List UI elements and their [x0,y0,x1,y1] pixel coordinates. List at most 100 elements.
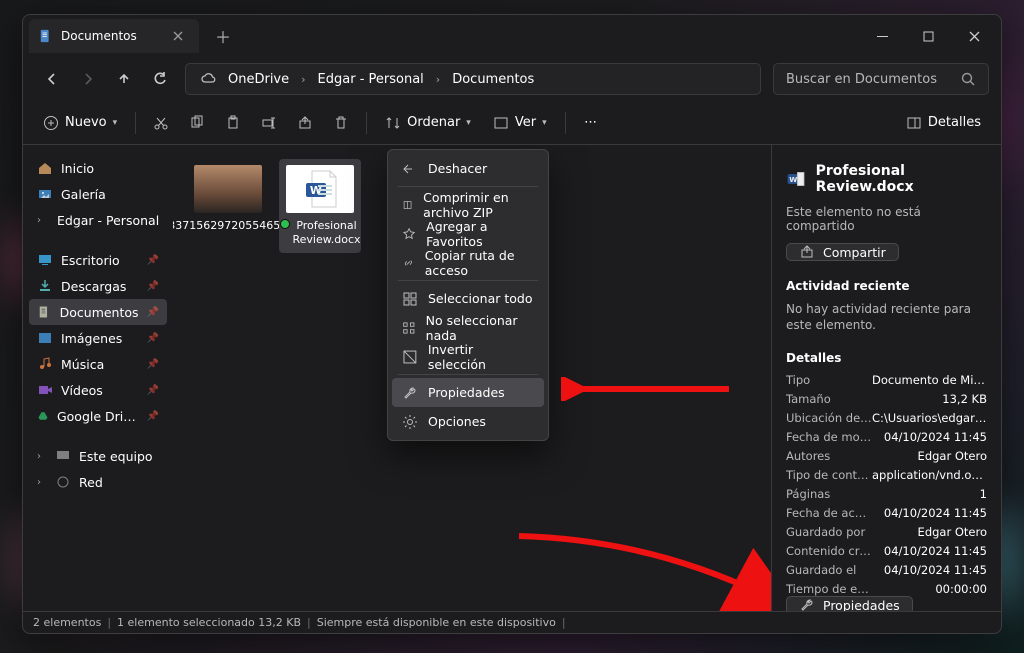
wrench-icon [799,597,815,611]
breadcrumb[interactable]: OneDrive › Edgar - Personal › Documentos [185,63,761,95]
nav-tree: Inicio Galería ›Edgar - Personal Escrito… [23,145,173,611]
search-input[interactable]: Buscar en Documentos [773,63,989,95]
up-button[interactable] [107,62,141,96]
tree-gallery[interactable]: Galería [29,181,167,207]
forward-button[interactable] [71,62,105,96]
view-icon [493,115,509,131]
explorer-window: Documentos ＋ OneDrive › Edgar - Personal… [22,14,1002,634]
pin-icon: 📌 [147,411,159,422]
invert-icon [402,349,418,365]
minimize-button[interactable] [859,19,905,53]
delete-button[interactable] [326,108,356,138]
share-button[interactable] [290,108,320,138]
details-heading: Detalles [786,351,987,365]
pin-icon: 📌 [147,281,159,292]
menu-options[interactable]: Opciones [392,407,544,436]
tree-home[interactable]: Inicio [29,155,167,181]
details-share-status: Este elemento no está compartido [786,205,987,233]
pictures-icon [37,330,53,346]
menu-selectall[interactable]: Seleccionar todo [392,284,544,313]
refresh-button[interactable] [143,62,177,96]
menu-invertselection[interactable]: Invertir selección [392,342,544,371]
maximize-button[interactable] [905,19,951,53]
body: Inicio Galería ›Edgar - Personal Escrito… [23,145,1001,611]
new-button[interactable]: Nuevo▾ [35,108,125,138]
videos-icon [37,382,53,398]
tree-desktop[interactable]: Escritorio📌 [29,247,167,273]
menu-properties[interactable]: Propiedades [392,378,544,407]
chevron-right-icon: › [37,451,47,462]
tree-documents[interactable]: Documentos📌 [29,299,167,325]
file-item[interactable]: W Profesional Review.docx [279,159,361,253]
chevron-right-icon: › [37,215,41,226]
view-button[interactable]: Ver▾ [485,108,555,138]
menu-favorites[interactable]: Agregar a Favoritos [392,219,544,248]
crumb-2[interactable]: Documentos [452,72,534,87]
more-button[interactable]: ⋯ [576,108,606,138]
sort-button[interactable]: Ordenar▾ [377,108,479,138]
file-area[interactable]: 133715629720554659.jpg W Profesional Rev… [173,145,771,611]
search-placeholder: Buscar en Documentos [786,72,937,87]
sync-status-icon [280,219,290,229]
chevron-right-icon: › [37,477,47,488]
chevron-right-icon: › [436,73,440,86]
tree-music[interactable]: Música📌 [29,351,167,377]
share-button[interactable]: Compartir [786,243,899,261]
file-thumbnail [194,165,262,213]
details-pane-icon [906,115,922,131]
cloud-icon [200,71,216,87]
network-icon [55,474,71,490]
copy-button[interactable] [182,108,212,138]
close-button[interactable] [951,19,997,53]
status-availability: Siempre está disponible en este disposit… [317,616,556,629]
clipboard-icon [225,115,241,131]
paste-button[interactable] [218,108,248,138]
details-grid: TipoDocumento de Microsoft Word Tamaño13… [786,373,987,596]
activity-empty: No hay actividad reciente para este elem… [786,301,987,333]
file-item[interactable]: 133715629720554659.jpg [187,159,269,253]
menu-copypath[interactable]: Copiar ruta de acceso [392,248,544,277]
back-button[interactable] [35,62,69,96]
tab-title: Documentos [61,29,137,43]
crumb-0[interactable]: OneDrive [228,72,289,87]
status-selected: 1 elemento seleccionado 13,2 KB [117,616,301,629]
trash-icon [333,115,349,131]
share-icon [297,115,313,131]
tree-pictures[interactable]: Imágenes📌 [29,325,167,351]
tree-downloads[interactable]: Descargas📌 [29,273,167,299]
annotation-arrow [561,377,731,401]
tree-onedrive[interactable]: ›Edgar - Personal [29,207,167,233]
details-pane: W Profesional Review.docx Este elemento … [771,145,1001,611]
tree-network[interactable]: ›Red [29,469,167,495]
tree-videos[interactable]: Vídeos📌 [29,377,167,403]
annotation-arrow [513,530,771,611]
tab-documents[interactable]: Documentos [29,19,199,53]
copy-icon [189,115,205,131]
properties-button[interactable]: Propiedades [786,596,913,611]
tab-close-button[interactable] [167,25,189,47]
context-menu: Deshacer Comprimir en archivo ZIP Agrega… [387,149,549,441]
new-tab-button[interactable]: ＋ [207,20,239,52]
search-icon [960,71,976,87]
tree-thispc[interactable]: ›Este equipo [29,443,167,469]
file-name: Profesional Review.docx [293,219,361,247]
music-icon [37,356,53,372]
pin-icon: 📌 [147,385,159,396]
menu-undo[interactable]: Deshacer [392,154,544,183]
plus-circle-icon [43,115,59,131]
scissors-icon [153,115,169,131]
details-title: Profesional Review.docx [816,163,987,195]
tree-gdrive[interactable]: Google Drive (G:)📌 [29,403,167,429]
svg-text:W: W [789,175,797,184]
pin-icon: 📌 [147,307,159,318]
cut-button[interactable] [146,108,176,138]
wrench-icon [402,385,418,401]
rename-button[interactable] [254,108,284,138]
crumb-1[interactable]: Edgar - Personal [318,72,424,87]
home-icon [37,160,53,176]
details-toggle-button[interactable]: Detalles [898,108,989,138]
sort-icon [385,115,401,131]
menu-selectnone[interactable]: No seleccionar nada [392,313,544,342]
pin-icon: 📌 [147,333,159,344]
menu-zip[interactable]: Comprimir en archivo ZIP [392,190,544,219]
